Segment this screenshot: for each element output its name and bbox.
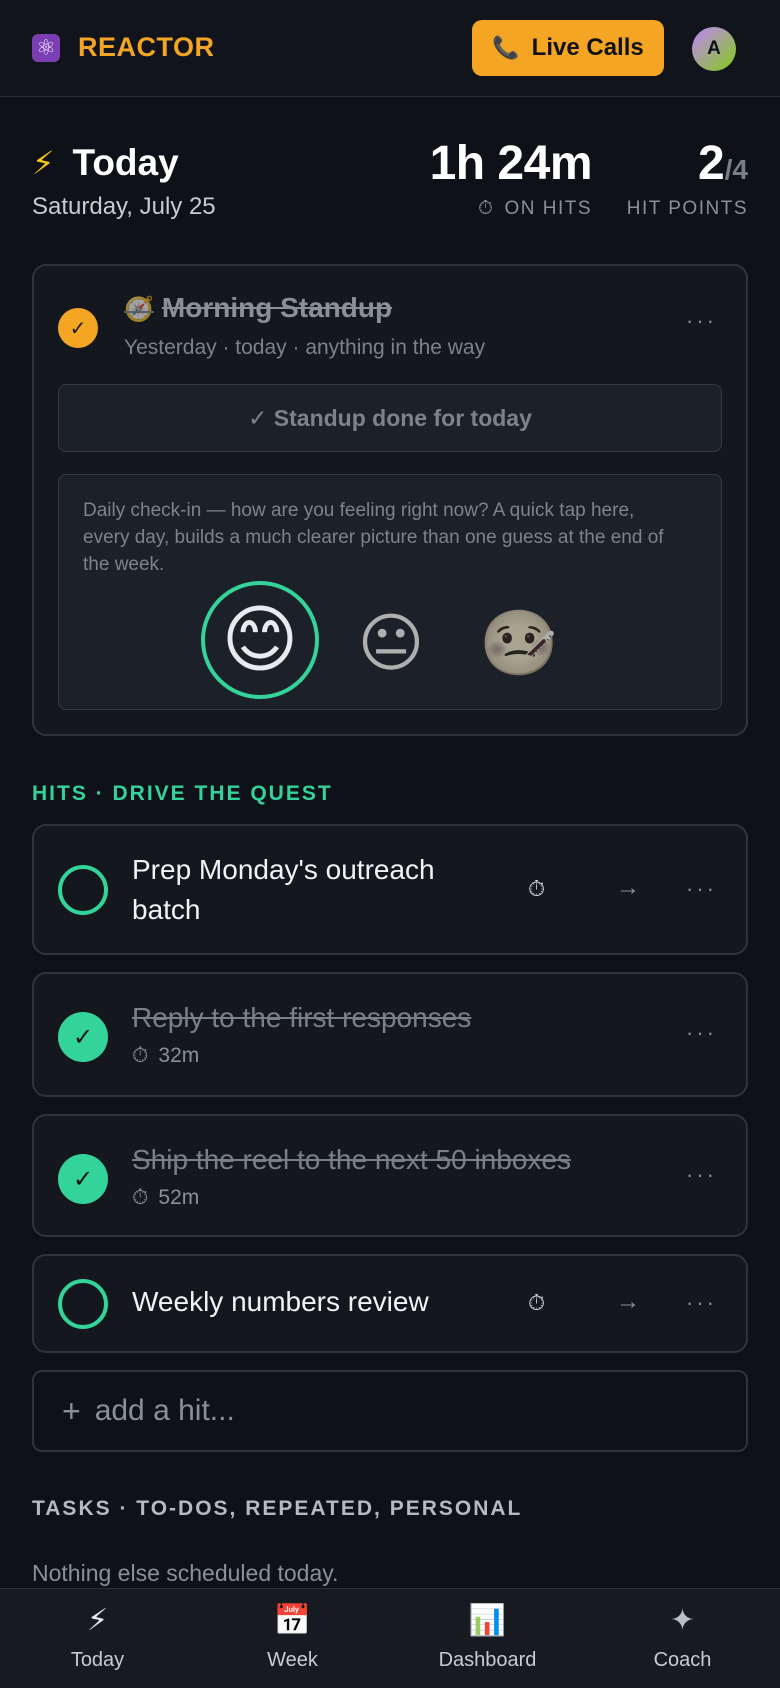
arrow-right-icon[interactable]: → — [616, 1288, 640, 1316]
standup-card: ✓ 🧭 Morning Standup Yesterday · today · a… — [32, 264, 748, 736]
hit-checkbox[interactable] — [58, 1279, 108, 1329]
hit-points-value: 2/4 — [620, 136, 748, 191]
stopwatch-icon: ⏱ — [132, 1044, 149, 1067]
hit-title: Reply to the first responses — [132, 1002, 472, 1033]
live-calls-label: Live Calls — [531, 34, 644, 61]
nav-label: Dashboard — [438, 1649, 537, 1671]
hit-points-label: HIT POINTS — [626, 198, 748, 219]
hit-item: ✓ Ship the reel to the next 50 inboxes ⏱… — [32, 1114, 748, 1237]
hit-checkbox-checked[interactable]: ✓ — [58, 1154, 108, 1204]
hit-duration: ⏱ 52m — [132, 1186, 199, 1210]
compass-icon: 🧭 — [124, 296, 154, 323]
checkin-prompt: Daily check-in — how are you feeling rig… — [83, 500, 664, 575]
hit-more-menu[interactable]: ··· — [686, 1020, 717, 1046]
time-on-hits-value: 1h 24m — [429, 137, 593, 190]
bar-chart-icon: 📊 — [468, 1604, 507, 1637]
plus-icon: + — [62, 1392, 81, 1429]
time-on-hits-label: ⏱ ON HITS — [460, 198, 592, 220]
mood-sick-button[interactable]: 🤒 — [479, 607, 559, 679]
hit-item: Weekly numbers review ⏱ → ··· — [32, 1254, 748, 1353]
hit-duration-text: 32m — [158, 1044, 200, 1067]
hit-more-menu[interactable]: ··· — [686, 1162, 717, 1188]
nav-dashboard[interactable]: 📊 Dashboard — [390, 1589, 585, 1688]
stopwatch-icon: ⏱ — [478, 198, 495, 219]
add-hit-placeholder: add a hit... — [94, 1394, 235, 1427]
standup-checkbox[interactable]: ✓ — [58, 308, 98, 348]
hit-item: Prep Monday's outreach batch ⏱ → ··· — [32, 824, 748, 955]
hit-title: Prep Monday's outreach batch — [132, 854, 435, 925]
nav-coach[interactable]: ✦ Coach — [585, 1589, 780, 1688]
tasks-empty-text: Nothing else scheduled today. — [32, 1560, 339, 1586]
nav-label: Week — [267, 1649, 318, 1671]
hit-points-count: 2 — [697, 137, 725, 190]
live-calls-button[interactable]: 📞 Live Calls — [472, 20, 664, 76]
hit-checkbox[interactable] — [58, 865, 108, 915]
standup-title-text: Morning Standup — [161, 292, 393, 323]
hits-section-heading: HITS · DRIVE THE QUEST — [32, 782, 333, 805]
hit-duration: ⏱ 32m — [132, 1044, 199, 1068]
lightning-icon: ⚡ — [86, 1604, 109, 1637]
hit-title: Weekly numbers review — [132, 1286, 429, 1317]
hit-duration-text: 52m — [158, 1186, 200, 1209]
nav-label: Coach — [653, 1649, 712, 1671]
page-title-text: Today — [72, 142, 179, 183]
phone-icon: 📞 — [492, 35, 520, 60]
tasks-section-heading: TASKS · TO-DOS, REPEATED, PERSONAL — [32, 1497, 523, 1520]
page-title: ⚡ Today — [32, 142, 179, 184]
mood-checkin: Daily check-in — how are you feeling rig… — [58, 474, 722, 710]
hit-title: Ship the reel to the next 50 inboxes — [132, 1144, 571, 1175]
hit-points-total: /4 — [724, 154, 748, 185]
nav-week[interactable]: 📅 Week — [195, 1589, 390, 1688]
avatar[interactable]: A — [692, 27, 736, 71]
nav-label: Today — [70, 1649, 125, 1671]
sparkle-icon: ✦ — [669, 1604, 696, 1637]
mood-neutral-button[interactable]: 😐 — [355, 607, 427, 679]
standup-more-menu[interactable]: ··· — [686, 308, 717, 334]
hit-more-menu[interactable]: ··· — [686, 1290, 717, 1316]
hit-checkbox-checked[interactable]: ✓ — [58, 1012, 108, 1062]
standup-subtitle: Yesterday · today · anything in the way — [124, 336, 486, 359]
app-header: ⚛ REACTOR 📞 Live Calls A — [0, 0, 780, 97]
standup-title: 🧭 Morning Standup — [124, 292, 392, 324]
calendar-icon: 📅 — [273, 1604, 312, 1637]
timer-icon[interactable]: ⏱ — [528, 876, 545, 902]
bottom-nav: ⚡ Today 📅 Week 📊 Dashboard ✦ Coach — [0, 1588, 780, 1688]
time-label-text: ON HITS — [504, 198, 592, 219]
add-hit-input[interactable]: + add a hit... — [32, 1370, 748, 1452]
hit-item: ✓ Reply to the first responses ⏱ 32m ··· — [32, 972, 748, 1097]
current-date: Saturday, July 25 — [32, 193, 216, 220]
lightning-icon: ⚡ — [32, 145, 55, 181]
arrow-right-icon[interactable]: → — [616, 874, 640, 902]
brand-name: REACTOR — [78, 32, 215, 62]
timer-icon[interactable]: ⏱ — [528, 1290, 545, 1316]
atom-icon: ⚛ — [32, 33, 60, 62]
brand[interactable]: ⚛ REACTOR — [32, 32, 215, 63]
stopwatch-icon: ⏱ — [132, 1186, 149, 1209]
standup-done-button[interactable]: ✓ Standup done for today — [58, 384, 722, 452]
mood-happy-button[interactable]: 😊 — [201, 581, 319, 699]
nav-today[interactable]: ⚡ Today — [0, 1589, 195, 1688]
hit-more-menu[interactable]: ··· — [686, 876, 717, 902]
